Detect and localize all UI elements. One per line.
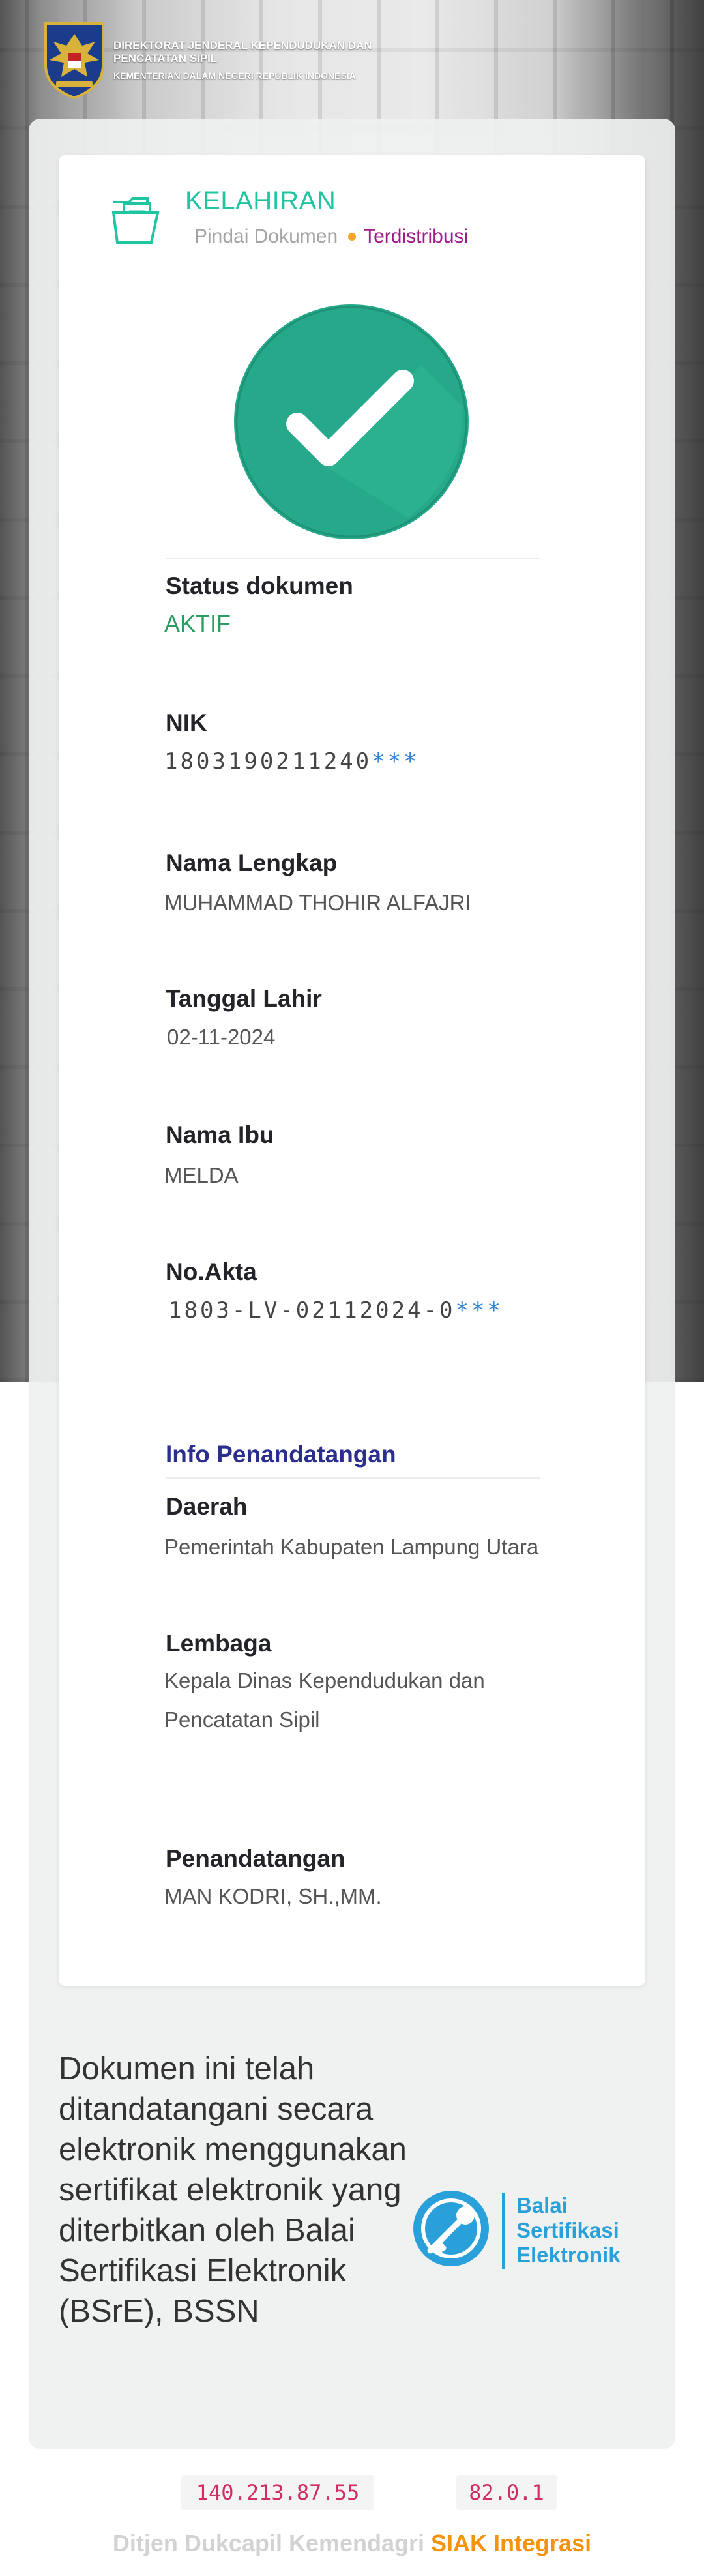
no-akta-label: No.Akta bbox=[166, 1258, 257, 1285]
bsre-line3: Elektronik bbox=[516, 2243, 621, 2267]
garuda-emblem-icon bbox=[44, 22, 104, 100]
akta-digits: 1803-LV-02112024-0 bbox=[168, 1297, 456, 1324]
nama-label: Nama Lengkap bbox=[166, 850, 338, 876]
card-title: KELAHIRAN bbox=[185, 186, 336, 215]
tanggal-lahir-label: Tanggal Lahir bbox=[166, 985, 322, 1012]
status-value: AKTIF bbox=[164, 610, 231, 637]
header: DIREKTORAT JENDERAL KEPENDUDUKAN DAN PEN… bbox=[42, 14, 426, 106]
checkmark-icon bbox=[229, 299, 474, 544]
status-label: Status dokumen bbox=[166, 572, 353, 599]
nama-ibu-label: Nama Ibu bbox=[166, 1121, 274, 1148]
nik-mask: *** bbox=[372, 748, 420, 775]
divider bbox=[166, 1477, 540, 1479]
footer-ditjen: Ditjen Dukcapil Kemendagri bbox=[112, 2530, 425, 2556]
header-agency-name: DIREKTORAT JENDERAL KEPENDUDUKAN DAN PEN… bbox=[113, 39, 372, 65]
bsre-text: Balai Sertifikasi Elektronik bbox=[516, 2193, 621, 2268]
document-folder-icon bbox=[111, 197, 160, 244]
tanggal-lahir-value: 02-11-2024 bbox=[167, 1025, 276, 1049]
ip-badge: 140.213.87.55 bbox=[181, 2475, 374, 2510]
header-ministry-name: KEMENTERIAN DALAM NEGERI REPUBLIK INDONE… bbox=[113, 70, 356, 81]
subtitle-scan: Pindai Dokumen bbox=[194, 226, 338, 247]
no-akta-value: 1803-LV-02112024-0*** bbox=[168, 1297, 503, 1324]
header-text: DIREKTORAT JENDERAL KEPENDUDUKAN DAN PEN… bbox=[113, 39, 426, 81]
penandatangan-value: MAN KODRI, SH.,MM. bbox=[164, 1884, 382, 1908]
bsre-key-icon bbox=[413, 2191, 489, 2266]
card-subtitle: Pindai Dokumen Terdistribusi bbox=[194, 226, 468, 248]
bsre-line2: Sertifikasi bbox=[516, 2218, 619, 2242]
nik-label: NIK bbox=[166, 709, 207, 736]
bsre-divider bbox=[502, 2193, 505, 2269]
footer-siak-link[interactable]: SIAK Integrasi bbox=[431, 2530, 591, 2556]
esign-notice: Dokumen ini telah ditandatangani secara … bbox=[59, 2051, 407, 2329]
document-card: KELAHIRAN Pindai Dokumen Terdistribusi St… bbox=[59, 155, 645, 1986]
bsre-line1: Balai bbox=[516, 2193, 568, 2217]
bsre-logo: Balai Sertifikasi Elektronik bbox=[412, 2184, 641, 2275]
daerah-label: Daerah bbox=[166, 1493, 248, 1520]
akta-mask: *** bbox=[455, 1297, 503, 1324]
version-badge: 82.0.1 bbox=[456, 2475, 557, 2510]
lembaga-label: Lembaga bbox=[166, 1630, 272, 1657]
nama-ibu-value: MELDA bbox=[164, 1163, 239, 1187]
nama-value: MUHAMMAD THOHIR ALFAJRI bbox=[164, 891, 471, 915]
nik-digits: 1803190211240 bbox=[164, 748, 372, 775]
nik-value: 1803190211240*** bbox=[164, 748, 420, 775]
separator-dot-icon bbox=[348, 232, 357, 241]
lembaga-value: Kepala Dinas Kependudukan dan Pencatatan… bbox=[164, 1668, 485, 1732]
footer-text: Ditjen Dukcapil Kemendagri SIAK Integras… bbox=[0, 2530, 704, 2557]
penandatangan-label: Penandatangan bbox=[166, 1845, 345, 1872]
subtitle-distributed: Terdistribusi bbox=[364, 226, 469, 247]
daerah-value: Pemerintah Kabupaten Lampung Utara bbox=[164, 1535, 539, 1559]
divider bbox=[166, 558, 540, 559]
signing-section-title: Info Penandatangan bbox=[166, 1441, 396, 1468]
